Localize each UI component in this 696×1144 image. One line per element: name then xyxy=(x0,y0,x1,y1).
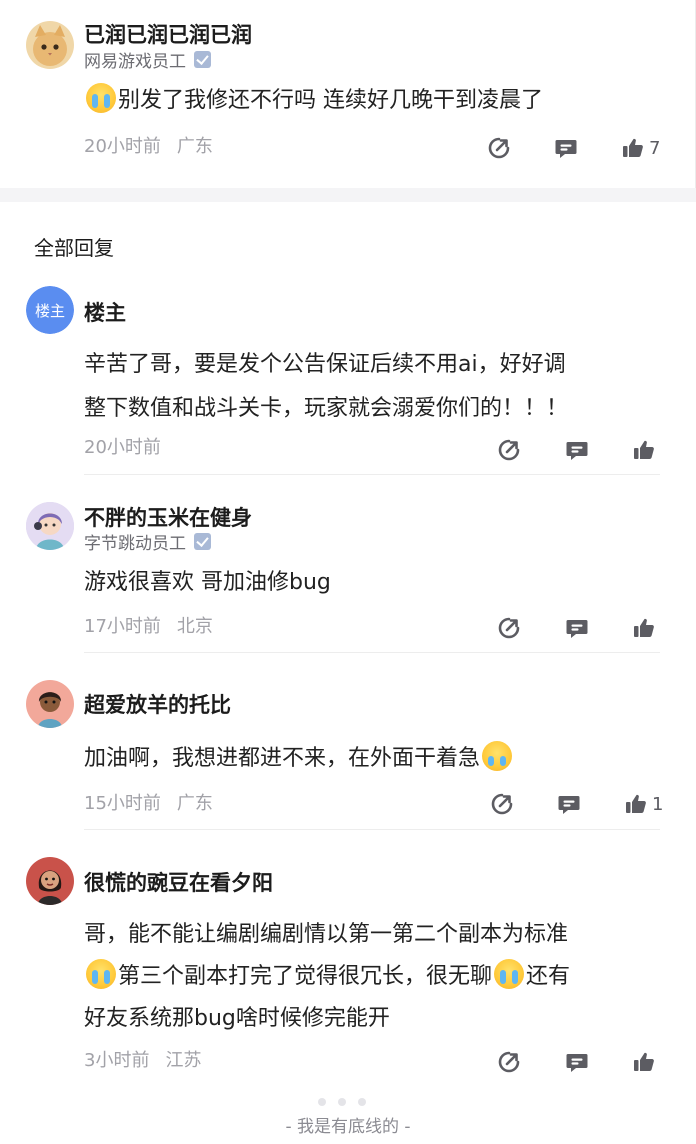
thumbs-up-icon xyxy=(632,616,656,640)
share-icon xyxy=(487,136,511,160)
like-button[interactable] xyxy=(632,1048,656,1076)
comment-icon xyxy=(557,792,581,816)
reply-text: 加油啊，我想进都进不来，在外面干着急 xyxy=(84,736,514,781)
op-avatar[interactable]: 楼主 xyxy=(26,286,74,334)
end-of-list-footer: - 我是有底线的 - xyxy=(285,1117,411,1137)
post-text-content: 别发了我修还不行吗 连续好几晚干到凌晨了 xyxy=(118,88,543,113)
reply-text: 第三个副本打完了觉得很冗长，很无聊 还有 xyxy=(84,954,570,999)
divider xyxy=(84,829,660,830)
reply-user-role: 字节跳动员工 xyxy=(84,529,211,554)
reply-text-line: 第三个副本打完了觉得很冗长，很无聊 xyxy=(118,964,493,989)
comment-button[interactable] xyxy=(565,614,589,642)
user-avatar-cat[interactable] xyxy=(26,21,74,69)
page-dot xyxy=(338,1098,346,1106)
section-separator xyxy=(0,188,696,202)
role-label: 字节跳动员工 xyxy=(84,534,186,554)
like-button[interactable] xyxy=(632,614,656,642)
share-button[interactable] xyxy=(487,134,511,162)
share-icon xyxy=(497,616,521,640)
reply-text-line: 加油啊，我想进都进不来，在外面干着急 xyxy=(84,746,481,771)
share-icon xyxy=(497,438,521,462)
comment-button[interactable] xyxy=(557,790,581,818)
role-label: 网易游戏员工 xyxy=(84,52,186,72)
like-count: 1 xyxy=(652,793,664,815)
post-user-role: 网易游戏员工 xyxy=(84,47,211,72)
reply-text-line: 好友系统那bug啥时候修完能开 xyxy=(84,1006,390,1031)
thumbs-up-icon xyxy=(632,438,656,462)
loudly-crying-emoji xyxy=(494,959,525,989)
tears-of-joy-emoji xyxy=(482,741,513,771)
reply-text-line: 还有 xyxy=(526,964,571,989)
reply-username[interactable]: 很慌的豌豆在看夕阳 xyxy=(84,867,273,897)
top-post: 已润已润已润已润 网易游戏员工 别发了我修还不行吗 连续好几晚干到凌晨了 20小… xyxy=(0,0,696,188)
loudly-crying-emoji xyxy=(86,959,116,989)
comment-icon xyxy=(554,136,578,160)
reply-text-line: 哥，能不能让编剧编剧情以第一第二个副本为标准 xyxy=(84,922,569,947)
loudly-crying-emoji xyxy=(86,83,116,113)
divider xyxy=(84,652,660,653)
comment-button[interactable] xyxy=(565,436,589,464)
page-indicator-dots xyxy=(318,1098,366,1106)
reply-actions xyxy=(0,1048,696,1076)
page-dot xyxy=(358,1098,366,1106)
comment-button[interactable] xyxy=(554,134,578,162)
comment-icon xyxy=(565,438,589,462)
like-button[interactable]: 7 xyxy=(621,134,660,162)
thumbs-up-icon xyxy=(624,792,648,816)
verified-badge-icon xyxy=(194,51,211,68)
like-count: 7 xyxy=(649,137,661,159)
comment-icon xyxy=(565,616,589,640)
page-dot xyxy=(318,1098,326,1106)
reply-username[interactable]: 超爱放羊的托比 xyxy=(84,689,231,719)
reply-username[interactable]: 楼主 xyxy=(84,297,126,327)
post-text: 别发了我修还不行吗 连续好几晚干到凌晨了 xyxy=(84,78,543,123)
reply-actions xyxy=(0,436,696,464)
user-avatar-girl[interactable] xyxy=(26,502,74,550)
section-title: 全部回复 xyxy=(34,236,114,260)
share-button[interactable] xyxy=(497,614,521,642)
verified-badge-icon xyxy=(194,533,211,550)
share-button[interactable] xyxy=(497,1048,521,1076)
op-avatar-label: 楼主 xyxy=(26,286,74,334)
user-avatar-woman-2[interactable] xyxy=(26,857,74,905)
post-username[interactable]: 已润已润已润已润 xyxy=(84,19,252,49)
thumbs-up-icon xyxy=(621,136,645,160)
comment-icon xyxy=(565,1050,589,1074)
user-avatar-woman[interactable] xyxy=(26,680,74,728)
share-icon xyxy=(490,792,514,816)
reply-actions: 1 xyxy=(0,790,696,818)
comment-button[interactable] xyxy=(565,1048,589,1076)
like-button[interactable]: 1 xyxy=(624,790,663,818)
share-button[interactable] xyxy=(490,790,514,818)
reply-text-line: 游戏很喜欢 哥加油修bug xyxy=(84,570,331,595)
like-button[interactable] xyxy=(632,436,656,464)
reply-text-line: 整下数值和战斗关卡，玩家就会溺爱你们的！！！ xyxy=(84,396,569,421)
reply-actions xyxy=(0,614,696,642)
reply-text-line: 辛苦了哥，要是发个公告保证后续不用ai，好好调 xyxy=(84,352,566,377)
share-icon xyxy=(497,1050,521,1074)
thumbs-up-icon xyxy=(632,1050,656,1074)
divider xyxy=(84,474,660,475)
reply-username[interactable]: 不胖的玉米在健身 xyxy=(84,502,252,532)
share-button[interactable] xyxy=(497,436,521,464)
post-actions: 7 xyxy=(0,134,696,162)
